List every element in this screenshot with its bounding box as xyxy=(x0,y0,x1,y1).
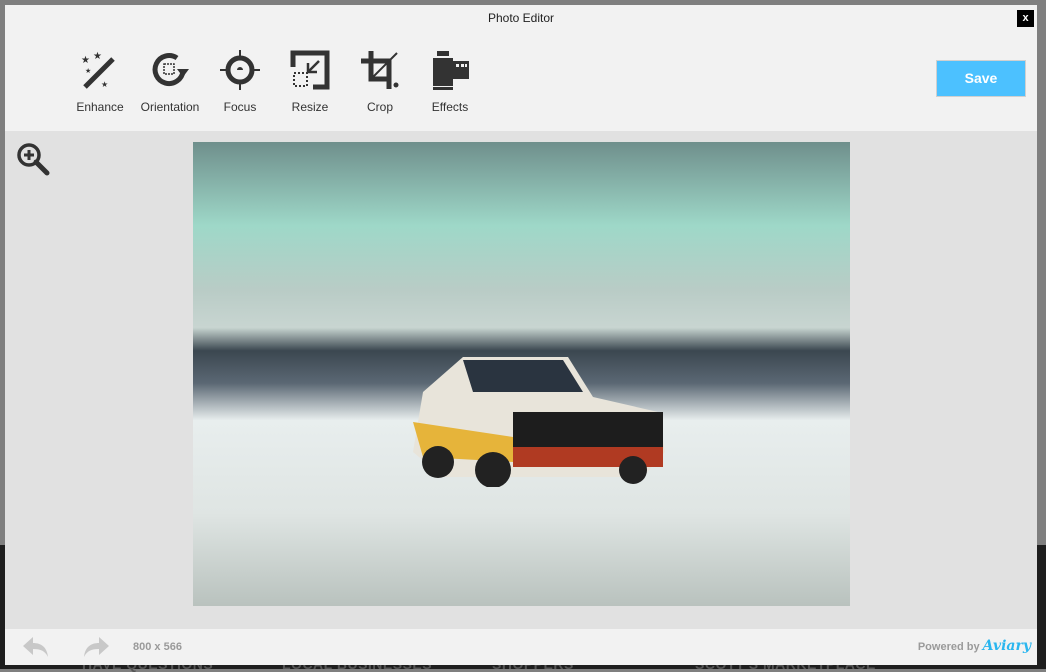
tool-label: Enhance xyxy=(76,100,124,114)
toolbar: Photo Editor x ★ ★ ★ ★ Enhance Orientation … xyxy=(5,5,1037,131)
tool-enhance[interactable]: ★ ★ ★ ★ Enhance xyxy=(65,49,135,114)
tool-label: Resize xyxy=(291,100,329,114)
resize-icon xyxy=(290,50,330,90)
svg-text:★: ★ xyxy=(101,80,108,89)
footer-bar: 800 x 566 Powered by Aviary xyxy=(5,629,1037,665)
rotate-icon xyxy=(152,53,189,87)
svg-text:★: ★ xyxy=(81,55,90,66)
undo-icon[interactable] xyxy=(23,637,49,657)
close-button[interactable]: x xyxy=(1017,10,1034,27)
film-icon xyxy=(433,51,469,90)
save-button[interactable]: Save xyxy=(936,60,1026,97)
tool-label: Effects xyxy=(431,100,469,114)
tool-effects[interactable]: Effects xyxy=(415,49,485,114)
magic-wand-icon: ★ ★★★ xyxy=(81,51,115,89)
photo-editor-modal: Photo Editor x ★ ★ ★ ★ Enhance Orientation … xyxy=(5,5,1037,665)
tool-label: Crop xyxy=(366,100,393,114)
rally-car-image xyxy=(413,357,665,487)
zoom-in-icon[interactable] xyxy=(15,141,51,177)
redo-icon[interactable] xyxy=(83,637,109,657)
tool-label: Focus xyxy=(223,100,257,114)
tool-crop[interactable]: Crop xyxy=(345,49,415,114)
tool-label: Orientation xyxy=(140,100,200,114)
aviary-logo: Aviary xyxy=(982,638,1031,654)
tool-focus[interactable]: Focus xyxy=(205,49,275,114)
powered-by-text: Powered by xyxy=(917,641,980,653)
tool-orientation[interactable]: Orientation xyxy=(135,49,205,114)
svg-text:★: ★ xyxy=(93,51,102,62)
powered-by[interactable]: Powered by Aviary xyxy=(918,638,1031,654)
window-title: Photo Editor xyxy=(487,11,555,25)
svg-text:★: ★ xyxy=(85,67,91,75)
crop-icon xyxy=(361,51,399,89)
image-dimensions: 800 x 566 xyxy=(133,641,182,653)
tool-resize[interactable]: Resize xyxy=(275,49,345,114)
crosshair-icon xyxy=(220,50,260,90)
photo-canvas[interactable] xyxy=(193,142,850,606)
